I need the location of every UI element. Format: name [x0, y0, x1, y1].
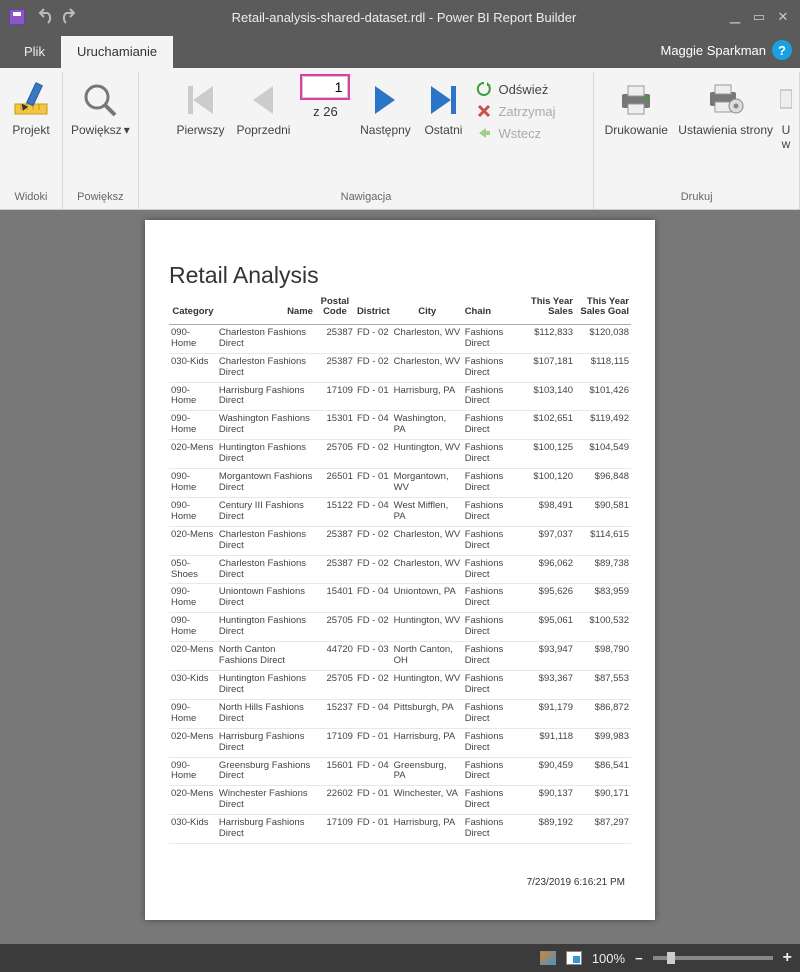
- back-icon: [476, 125, 492, 141]
- table-row: 090-HomeHuntington Fashions Direct25705F…: [169, 613, 631, 642]
- header-row: Category Name Postal Code District City …: [169, 295, 631, 324]
- prev-page-button[interactable]: Poprzedni: [230, 72, 296, 156]
- user-area: Maggie Sparkman ?: [661, 40, 793, 60]
- col-district: District: [355, 295, 392, 324]
- table-row: 090-HomeGreensburg Fashions Direct15601F…: [169, 757, 631, 786]
- ribbon-group-print: Drukowanie Ustawienia strony U w Drukuj: [594, 72, 800, 209]
- table-row: 020-MensNorth Canton Fashions Direct4472…: [169, 642, 631, 671]
- first-page-button[interactable]: Pierwszy: [170, 72, 230, 156]
- page-number-input[interactable]: [300, 74, 350, 100]
- tab-run[interactable]: Uruchamianie: [61, 36, 173, 68]
- help-icon[interactable]: ?: [772, 40, 792, 60]
- zoom-label: 100%: [592, 951, 625, 966]
- design-button[interactable]: Projekt: [4, 72, 58, 156]
- extra-button[interactable]: U w: [777, 72, 795, 160]
- table-row: 090-HomeMorgantown Fashions Direct26501F…: [169, 469, 631, 498]
- view-mode-print-icon[interactable]: [566, 951, 582, 965]
- table-row: 030-KidsHarrisburg Fashions Direct17109F…: [169, 815, 631, 844]
- ribbon-group-views: Projekt Widoki: [0, 72, 63, 209]
- page-setup-button[interactable]: Ustawienia strony: [674, 72, 777, 156]
- last-page-button[interactable]: Ostatni: [416, 72, 470, 156]
- refresh-button[interactable]: Odśwież: [474, 78, 557, 100]
- report-stage[interactable]: Retail Analysis Category Name Postal Cod…: [0, 210, 800, 944]
- redo-icon[interactable]: [60, 8, 80, 26]
- undo-icon[interactable]: [34, 8, 54, 26]
- printer-icon: [602, 78, 670, 122]
- table-row: 020-MensCharleston Fashions Direct25387F…: [169, 526, 631, 555]
- refresh-commands: Odśwież Zatrzymaj Wstecz: [470, 72, 561, 150]
- next-page-button[interactable]: Następny: [354, 72, 416, 156]
- zoom-out-button[interactable]: −: [635, 951, 643, 966]
- minimize-button[interactable]: _: [728, 9, 742, 25]
- save-icon: [9, 9, 25, 25]
- col-name: Name: [217, 295, 315, 324]
- page-number-box: z 26: [300, 72, 350, 119]
- ribbon-group-navigation: Pierwszy Poprzedni z 26 Następny Ostatni: [139, 72, 595, 209]
- ribbon-tabs: Plik Uruchamianie Maggie Sparkman ?: [0, 34, 800, 68]
- table-row: 050-ShoesCharleston Fashions Direct25387…: [169, 555, 631, 584]
- report-timestamp: 7/23/2019 6:16:21 PM: [527, 877, 625, 888]
- print-button[interactable]: Drukowanie: [598, 72, 674, 156]
- extra-icon: [779, 78, 793, 122]
- save-button[interactable]: [6, 6, 28, 28]
- ribbon-group-zoom: Powiększ▾ Powiększ: [63, 72, 139, 209]
- stop-icon: [476, 103, 492, 119]
- table-row: 090-HomeHarrisburg Fashions Direct17109F…: [169, 382, 631, 411]
- ruler-pencil-icon: [8, 78, 54, 122]
- table-row: 030-KidsCharleston Fashions Direct25387F…: [169, 353, 631, 382]
- table-row: 090-HomeCentury III Fashions Direct15122…: [169, 497, 631, 526]
- back-button[interactable]: Wstecz: [474, 122, 557, 144]
- title-bar: Retail-analysis-shared-dataset.rdl - Pow…: [0, 0, 800, 34]
- close-button[interactable]: ✕: [776, 9, 790, 25]
- report-title: Retail Analysis: [169, 262, 631, 289]
- zoom-in-button[interactable]: +: [783, 949, 792, 967]
- table-row: 090-HomeCharleston Fashions Direct25387F…: [169, 324, 631, 353]
- table-row: 020-MensHarrisburg Fashions Direct17109F…: [169, 728, 631, 757]
- report-page: Retail Analysis Category Name Postal Cod…: [145, 220, 655, 920]
- table-row: 020-MensHuntington Fashions Direct25705F…: [169, 440, 631, 469]
- col-sales: This Year Sales: [521, 295, 575, 324]
- col-goal: This Year Sales Goal: [575, 295, 631, 324]
- col-category: Category: [169, 295, 217, 324]
- status-bar: 100% − +: [0, 944, 800, 972]
- col-city: City: [392, 295, 463, 324]
- table-row: 090-HomeNorth Hills Fashions Direct15237…: [169, 699, 631, 728]
- magnifier-icon: [71, 78, 130, 122]
- user-name: Maggie Sparkman: [661, 43, 767, 58]
- col-postal: Postal Code: [315, 295, 355, 324]
- table-row: 090-HomeUniontown Fashions Direct15401FD…: [169, 584, 631, 613]
- col-chain: Chain: [463, 295, 521, 324]
- zoom-slider[interactable]: [653, 956, 773, 960]
- table-row: 090-HomeWashington Fashions Direct15301F…: [169, 411, 631, 440]
- refresh-icon: [476, 81, 492, 97]
- ribbon: Projekt Widoki Powiększ▾ Powiększ Pierws…: [0, 68, 800, 210]
- tab-file[interactable]: Plik: [8, 36, 61, 68]
- table-row: 030-KidsHuntington Fashions Direct25705F…: [169, 671, 631, 700]
- table-row: 020-MensWinchester Fashions Direct22602F…: [169, 786, 631, 815]
- window-title: Retail-analysis-shared-dataset.rdl - Pow…: [80, 10, 728, 25]
- page-setup-icon: [678, 78, 773, 122]
- page-total-label: z 26: [313, 104, 338, 119]
- view-mode-normal-icon[interactable]: [540, 951, 556, 965]
- window-controls: _ ▭ ✕: [728, 9, 800, 25]
- maximize-button[interactable]: ▭: [752, 9, 766, 25]
- stop-button[interactable]: Zatrzymaj: [474, 100, 557, 122]
- zoom-button[interactable]: Powiększ▾: [67, 72, 134, 156]
- quick-access-toolbar: [0, 6, 80, 28]
- report-table: Category Name Postal Code District City …: [169, 295, 631, 844]
